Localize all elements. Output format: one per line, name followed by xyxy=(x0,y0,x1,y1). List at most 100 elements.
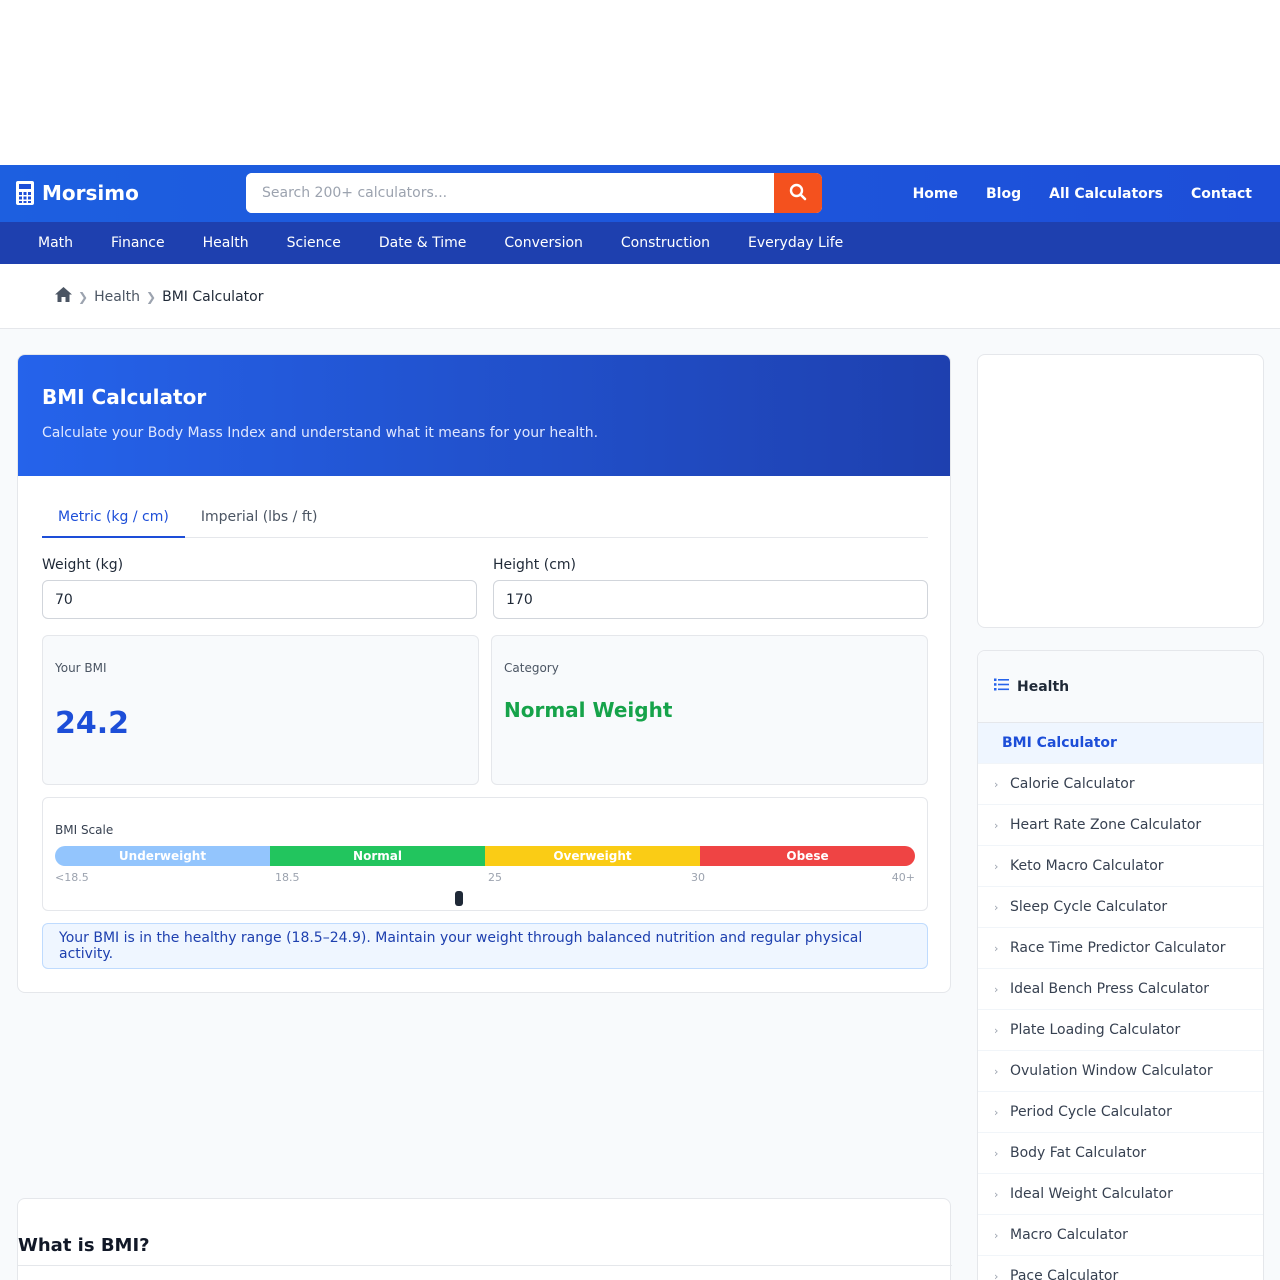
category-result-value: Normal Weight xyxy=(504,698,673,722)
sidebar-item[interactable]: › Calorie Calculator xyxy=(978,764,1263,805)
category-conversion[interactable]: Conversion xyxy=(485,235,602,251)
chevron-right-icon: › xyxy=(994,1105,999,1119)
bmi-scale-title: BMI Scale xyxy=(55,823,114,837)
weight-label: Weight (kg) xyxy=(42,557,124,573)
sidebar-item-label: Race Time Predictor Calculator xyxy=(1010,940,1226,956)
sidebar-item[interactable]: › Body Fat Calculator xyxy=(978,1133,1263,1174)
scale-tick: 18.5 xyxy=(275,871,300,884)
scale-tick: 40+ xyxy=(891,871,915,884)
scale-segment-obese: Obese xyxy=(700,846,915,866)
search-icon xyxy=(789,183,807,204)
sidebar-item-label: Plate Loading Calculator xyxy=(1010,1022,1181,1038)
chevron-right-icon: › xyxy=(994,818,999,832)
unit-tabs: Metric (kg / cm) Imperial (lbs / ft) xyxy=(42,496,928,538)
scale-tick: 30 xyxy=(691,871,705,884)
chevron-right-icon: › xyxy=(994,982,999,996)
sidebar-item-label: Calorie Calculator xyxy=(1010,776,1135,792)
list-icon xyxy=(994,678,1009,695)
breadcrumb-separator-icon: ❯ xyxy=(146,289,157,304)
chevron-right-icon: › xyxy=(994,941,999,955)
search-button[interactable] xyxy=(774,173,822,213)
calculator-icon xyxy=(16,181,34,205)
logo-text: Morsimo xyxy=(42,181,139,205)
height-input[interactable] xyxy=(493,580,928,619)
bmi-advice: Your BMI is in the healthy range (18.5–2… xyxy=(42,923,928,969)
calculator-header: BMI Calculator Calculate your Body Mass … xyxy=(18,355,950,476)
sidebar-item[interactable]: BMI Calculator xyxy=(978,723,1263,764)
bmi-result-value: 24.2 xyxy=(55,706,130,741)
search-input[interactable] xyxy=(246,173,774,213)
bmi-scale-ticks: <18.5 18.5 25 30 40+ xyxy=(55,871,915,885)
nav-contact[interactable]: Contact xyxy=(1191,186,1252,202)
chevron-right-icon: › xyxy=(994,1146,999,1160)
main-nav: Home Blog All Calculators Contact xyxy=(899,165,1266,222)
top-ad-space xyxy=(0,0,1280,165)
sidebar-ad-space xyxy=(977,354,1264,628)
sidebar-item-label: Body Fat Calculator xyxy=(1010,1145,1147,1161)
breadcrumb: ❯ Health ❯ BMI Calculator xyxy=(55,287,263,306)
sidebar-item[interactable]: › Macro Calculator xyxy=(978,1215,1263,1256)
sidebar-item-label: Ideal Weight Calculator xyxy=(1010,1186,1173,1202)
sidebar-item-label: Heart Rate Zone Calculator xyxy=(1010,817,1202,833)
what-is-bmi-card: What is BMI? xyxy=(17,1198,952,1280)
sidebar-item[interactable]: › Pace Calculator xyxy=(978,1256,1263,1280)
category-math[interactable]: Math xyxy=(19,235,92,251)
category-everyday-life[interactable]: Everyday Life xyxy=(729,235,862,251)
category-science[interactable]: Science xyxy=(268,235,360,251)
category-finance[interactable]: Finance xyxy=(92,235,184,251)
nav-all-calculators[interactable]: All Calculators xyxy=(1049,186,1163,202)
category-result-box: Category Normal Weight xyxy=(491,635,928,785)
sidebar-header: Health xyxy=(978,651,1263,723)
sidebar-item-label: Keto Macro Calculator xyxy=(1010,858,1164,874)
sidebar-item[interactable]: › Ideal Weight Calculator xyxy=(978,1174,1263,1215)
sidebar-item[interactable]: › Race Time Predictor Calculator xyxy=(978,928,1263,969)
sidebar-item-label: Period Cycle Calculator xyxy=(1010,1104,1172,1120)
category-construction[interactable]: Construction xyxy=(602,235,729,251)
bmi-result-box: Your BMI 24.2 xyxy=(42,635,479,785)
breadcrumb-current: BMI Calculator xyxy=(162,288,264,305)
sidebar-list: BMI Calculator › Calorie Calculator › Heart … xyxy=(978,723,1263,1280)
chevron-right-icon: › xyxy=(994,1023,999,1037)
sidebar-item-label: Ovulation Window Calculator xyxy=(1010,1063,1213,1079)
top-header: Morsimo Home Blog All Calculators Contac… xyxy=(0,165,1280,222)
breadcrumb-bar: ❯ Health ❯ BMI Calculator xyxy=(0,264,1280,329)
nav-home[interactable]: Home xyxy=(913,186,958,202)
sidebar-item[interactable]: › Plate Loading Calculator xyxy=(978,1010,1263,1051)
chevron-right-icon: › xyxy=(994,777,999,791)
chevron-right-icon: › xyxy=(994,1269,999,1280)
sidebar-item[interactable]: › Period Cycle Calculator xyxy=(978,1092,1263,1133)
sidebar-item[interactable]: › Ideal Bench Press Calculator xyxy=(978,969,1263,1010)
bmi-scale: BMI Scale Underweight Normal Overweight … xyxy=(42,797,928,911)
category-health[interactable]: Health xyxy=(184,235,268,251)
home-icon[interactable] xyxy=(55,287,72,306)
sidebar-item-label: Pace Calculator xyxy=(1010,1268,1119,1280)
bmi-result-label: Your BMI xyxy=(55,661,107,675)
scale-segment-normal: Normal xyxy=(270,846,485,866)
sidebar-related: Health BMI Calculator › Calorie Calculator… xyxy=(977,650,1264,1280)
scale-tick: <18.5 xyxy=(55,871,89,884)
category-result-label: Category xyxy=(504,661,559,675)
sidebar-heading: Health xyxy=(1017,678,1070,695)
nav-blog[interactable]: Blog xyxy=(986,186,1021,202)
sidebar-item-label: Macro Calculator xyxy=(1010,1227,1128,1243)
scale-segment-underweight: Underweight xyxy=(55,846,270,866)
breadcrumb-parent[interactable]: Health xyxy=(94,289,140,305)
category-date-time[interactable]: Date & Time xyxy=(360,235,486,251)
sidebar-item-label: BMI Calculator xyxy=(1002,735,1117,751)
page-subtitle: Calculate your Body Mass Index and under… xyxy=(42,425,599,441)
section-heading: What is BMI? xyxy=(18,1235,150,1256)
page-title: BMI Calculator xyxy=(42,385,207,409)
sidebar-item[interactable]: › Keto Macro Calculator xyxy=(978,846,1263,887)
sidebar-item[interactable]: › Sleep Cycle Calculator xyxy=(978,887,1263,928)
tab-imperial[interactable]: Imperial (lbs / ft) xyxy=(185,496,334,538)
tab-metric[interactable]: Metric (kg / cm) xyxy=(42,496,185,538)
logo[interactable]: Morsimo xyxy=(16,181,139,205)
chevron-right-icon: › xyxy=(994,1064,999,1078)
sidebar-item[interactable]: › Heart Rate Zone Calculator xyxy=(978,805,1263,846)
calculator-card: BMI Calculator Calculate your Body Mass … xyxy=(17,354,951,993)
category-nav: Math Finance Health Science Date & Time … xyxy=(0,222,1280,264)
weight-input[interactable] xyxy=(42,580,477,619)
chevron-right-icon: › xyxy=(994,1228,999,1242)
sidebar-item[interactable]: › Ovulation Window Calculator xyxy=(978,1051,1263,1092)
scale-tick: 25 xyxy=(488,871,502,884)
